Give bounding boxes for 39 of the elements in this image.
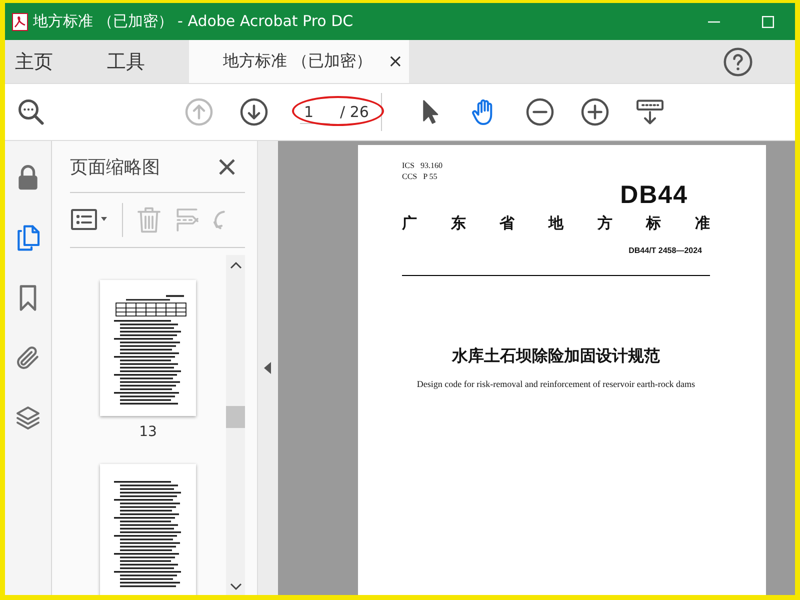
page-number-field[interactable]: 1: [300, 100, 330, 124]
scrollbar-thumb[interactable]: [226, 406, 245, 428]
keyboard-down-icon: [634, 97, 665, 127]
left-triangle-icon: [264, 362, 272, 374]
nav-tab[interactable]: 工具: [99, 40, 153, 83]
pdf-app-icon: [12, 12, 28, 30]
code-value: 93.160: [420, 161, 442, 170]
scroll-down-icon[interactable]: [230, 583, 242, 591]
page-thumbnail[interactable]: [100, 280, 196, 416]
scroll-up-icon[interactable]: [230, 261, 242, 269]
code-label: ICS: [402, 161, 414, 170]
scrollbar[interactable]: [226, 255, 245, 595]
close-icon: [219, 158, 235, 174]
minus-icon: [524, 97, 555, 127]
maximize-icon: [762, 16, 774, 28]
standard-number: DB44/T 2458—2024: [628, 246, 703, 255]
window-title: 地方标准 （已加密） - Adobe Acrobat Pro DC: [33, 12, 354, 31]
issuer-heading: 广东省地方标准: [402, 214, 710, 233]
document-title: 水库土石坝除险加固设计规范: [450, 346, 661, 367]
code-label: CCS: [402, 172, 418, 181]
page-number-label: 13: [139, 424, 157, 440]
trash-icon: [135, 206, 163, 234]
document-subtitle: Design code for risk-removal and reinforcement of reservoir earth-rock dams: [416, 379, 696, 389]
close-panel-button[interactable]: [217, 156, 237, 176]
close-tab-button[interactable]: ×: [388, 51, 403, 72]
page-thumbnail[interactable]: [100, 464, 196, 595]
nav-tab[interactable]: 主页: [7, 40, 61, 83]
layers-icon: [14, 404, 42, 432]
help-icon[interactable]: [723, 46, 753, 76]
code-value: P 55: [423, 172, 438, 181]
page-count: / 26: [340, 103, 369, 121]
tab-label[interactable]: 地方标准 （已加密）: [223, 51, 372, 72]
standard-logo: DB44: [620, 183, 688, 208]
panel-title: 页面缩略图: [70, 156, 160, 178]
plus-icon: [580, 97, 610, 127]
search-icon: [16, 97, 46, 127]
panel-tool-button[interactable]: [70, 208, 110, 232]
list-menu-icon: [70, 208, 110, 232]
nav-tab[interactable]: 地方标准 （已加密） ×: [189, 40, 409, 83]
